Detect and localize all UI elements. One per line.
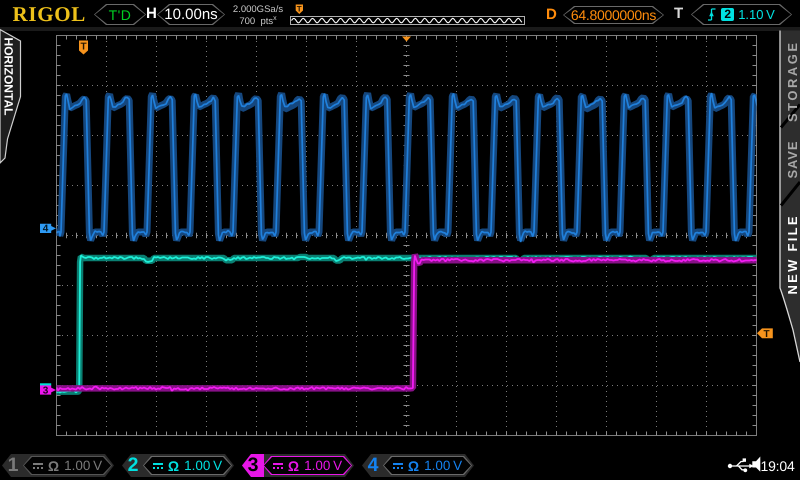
svg-text:4: 4 [43,224,49,235]
svg-text:3: 3 [43,385,49,396]
svg-text:STORAGE: STORAGE [785,43,800,122]
svg-text:SAVE: SAVE [785,141,800,178]
svg-text:T: T [763,329,769,340]
svg-text:HORIZONTAL: HORIZONTAL [2,38,16,116]
svg-text:T: T [297,5,302,14]
svg-text:NEW FILE: NEW FILE [785,216,800,294]
svg-text:T: T [80,42,86,53]
